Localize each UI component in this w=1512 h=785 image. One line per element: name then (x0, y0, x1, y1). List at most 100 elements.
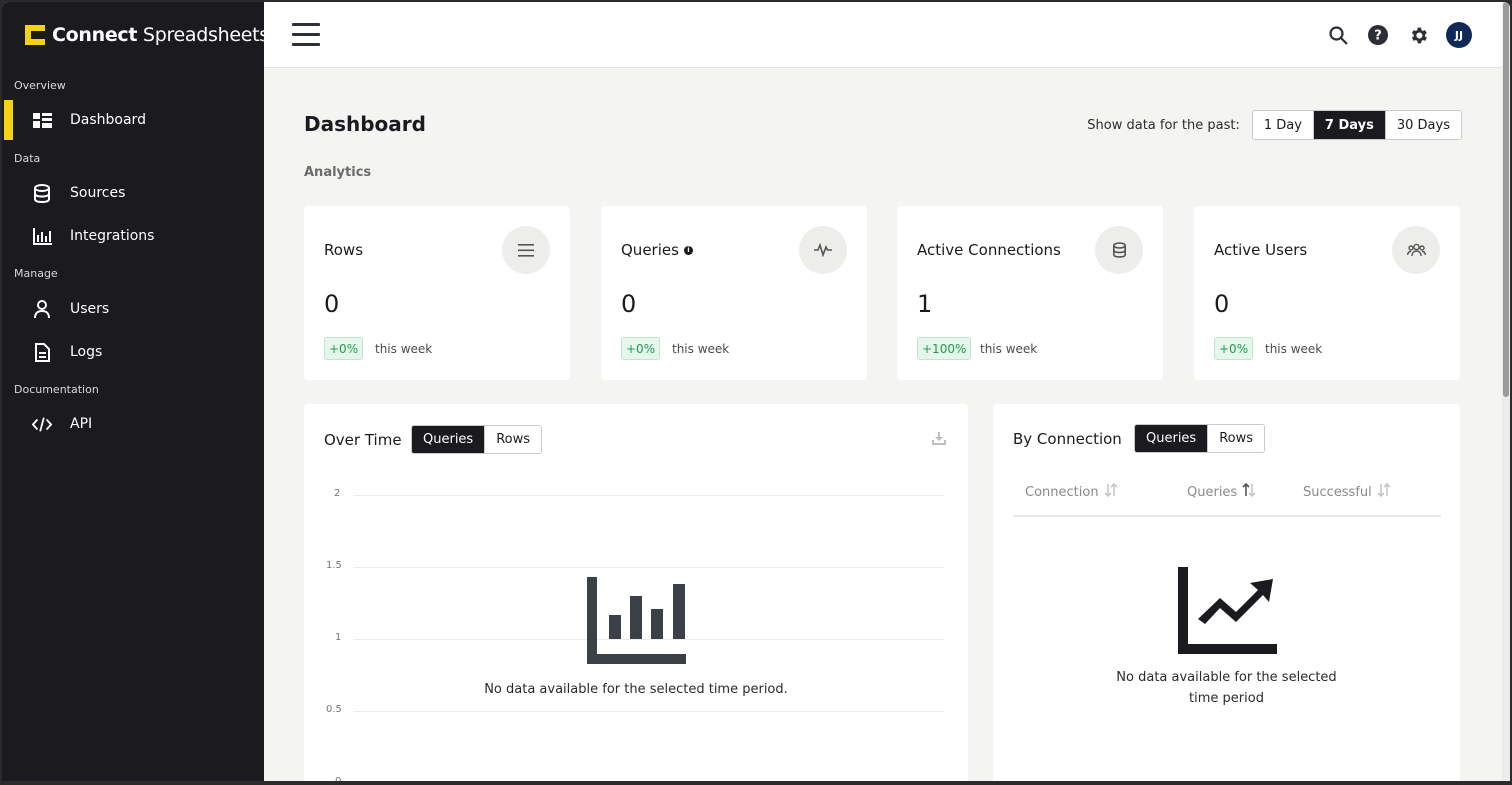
stat-period: this week (672, 342, 730, 356)
sidebar-item-sources[interactable]: Sources (2, 173, 264, 213)
document-icon (32, 342, 52, 362)
sidebar: Connect Spreadsheets Overview Dashboard … (2, 2, 269, 781)
stat-title: Active Users (1214, 241, 1307, 259)
code-icon (32, 414, 52, 434)
y-tick: 0 (335, 776, 341, 781)
gear-icon[interactable] (1406, 23, 1430, 47)
range-7-days-button[interactable]: 7 Days (1312, 111, 1385, 139)
sort-icon (1377, 482, 1391, 501)
y-tick: 2 (334, 488, 341, 499)
column-header-queries[interactable]: Queries (1187, 482, 1256, 501)
search-icon[interactable] (1326, 23, 1350, 47)
over-time-panel: Over Time Queries Rows 2 1.5 1 0.5 0 No … (304, 404, 968, 781)
sidebar-item-label: Integrations (70, 228, 155, 244)
stat-period: this week (375, 342, 433, 356)
empty-chart-icon (587, 577, 686, 668)
section-overview: Overview (14, 79, 66, 92)
sidebar-item-integrations[interactable]: Integrations (2, 216, 264, 256)
stat-card-rows: Rows 0 +0% this week (304, 206, 570, 380)
by-connection-panel: By Connection Queries Rows Connection Qu… (993, 404, 1460, 781)
stat-value: 0 (1214, 290, 1230, 318)
info-icon[interactable]: i (683, 245, 693, 255)
list-icon (502, 226, 550, 274)
grid-line (354, 495, 944, 496)
sort-icon (1242, 482, 1256, 501)
sidebar-item-label: Dashboard (70, 112, 146, 128)
empty-state-line: time period (1189, 691, 1264, 706)
database-icon (32, 183, 52, 203)
stat-title-text: Rows (324, 241, 364, 259)
user-icon (32, 299, 52, 319)
pulse-icon (799, 226, 847, 274)
sidebar-item-logs[interactable]: Logs (2, 332, 264, 372)
date-range-selector: Show data for the past: 1 Day 7 Days 30 … (1087, 110, 1462, 140)
stat-title: Queries i (621, 241, 693, 259)
topbar-actions: ? JJ (1326, 22, 1472, 48)
database-icon (1095, 226, 1143, 274)
empty-state-message: No data available for the selected time … (484, 682, 788, 697)
rows-toggle-button[interactable]: Rows (484, 426, 542, 453)
grid-line (354, 711, 944, 712)
stat-title: Active Connections (917, 241, 1061, 259)
y-tick: 0.5 (326, 704, 342, 715)
section-data: Data (14, 152, 41, 165)
sidebar-item-api[interactable]: API (2, 404, 264, 444)
stat-change-badge: +100% (917, 337, 972, 360)
stat-period: this week (980, 342, 1038, 356)
empty-state-line: No data available for the selected (1116, 670, 1337, 685)
brand-name: Connect Spreadsheets (52, 24, 269, 46)
sidebar-item-users[interactable]: Users (2, 289, 264, 329)
queries-toggle-button[interactable]: Queries (1135, 425, 1208, 452)
column-header-label: Successful (1303, 484, 1372, 500)
stat-card-active-connections: Active Connections 1 +100% this week (897, 206, 1163, 380)
table-header-divider (1013, 515, 1441, 517)
bar-chart-icon (32, 226, 52, 246)
sidebar-item-dashboard[interactable]: Dashboard (2, 100, 264, 140)
stat-title-text: Active Connections (917, 241, 1061, 259)
scrollbar-thumb[interactable] (1503, 2, 1509, 397)
over-time-toggle: Queries Rows (411, 425, 543, 454)
rows-toggle-button[interactable]: Rows (1207, 425, 1265, 452)
main-content: Dashboard Show data for the past: 1 Day … (264, 68, 1502, 781)
download-icon[interactable] (932, 430, 946, 449)
stat-change-badge: +0% (1214, 337, 1254, 360)
trend-up-icon (1178, 567, 1277, 658)
stat-value: 1 (917, 290, 933, 318)
dashboard-icon (32, 110, 52, 130)
scrollbar[interactable] (1502, 2, 1510, 781)
section-documentation: Documentation (14, 383, 99, 396)
stat-value: 0 (621, 290, 637, 318)
column-header-successful[interactable]: Successful (1303, 482, 1391, 501)
range-label: Show data for the past: (1087, 117, 1240, 133)
y-tick: 1 (335, 632, 342, 643)
avatar[interactable]: JJ (1446, 22, 1472, 48)
stat-title-text: Queries (621, 241, 679, 259)
sidebar-item-label: Sources (70, 185, 126, 201)
section-manage: Manage (14, 267, 58, 280)
grid-line (354, 567, 944, 568)
menu-icon[interactable] (292, 23, 320, 47)
column-header-label: Queries (1187, 484, 1238, 500)
column-header-label: Connection (1025, 484, 1099, 500)
queries-toggle-button[interactable]: Queries (412, 426, 485, 453)
range-toggle: 1 Day 7 Days 30 Days (1251, 110, 1462, 140)
brand-name-bold: Connect (52, 24, 138, 46)
stat-change-badge: +0% (324, 337, 364, 360)
column-header-connection[interactable]: Connection (1025, 482, 1118, 501)
help-icon[interactable]: ? (1366, 23, 1390, 47)
panel-title: By Connection (1013, 430, 1122, 448)
sidebar-item-label: API (70, 416, 93, 432)
topbar: ? JJ (264, 2, 1502, 68)
sidebar-item-label: Users (70, 301, 110, 317)
page-title: Dashboard (304, 112, 426, 136)
stat-value: 0 (324, 290, 340, 318)
stat-card-active-users: Active Users 0 +0% this week (1194, 206, 1460, 380)
stat-change-badge: +0% (621, 337, 661, 360)
svg-text:?: ? (1374, 29, 1382, 44)
stat-title: Rows (324, 241, 363, 259)
range-1-day-button[interactable]: 1 Day (1252, 111, 1313, 139)
logo[interactable]: Connect Spreadsheets (24, 24, 269, 46)
range-30-days-button[interactable]: 30 Days (1384, 111, 1461, 139)
sort-icon (1103, 482, 1118, 501)
sidebar-item-label: Logs (70, 344, 103, 360)
